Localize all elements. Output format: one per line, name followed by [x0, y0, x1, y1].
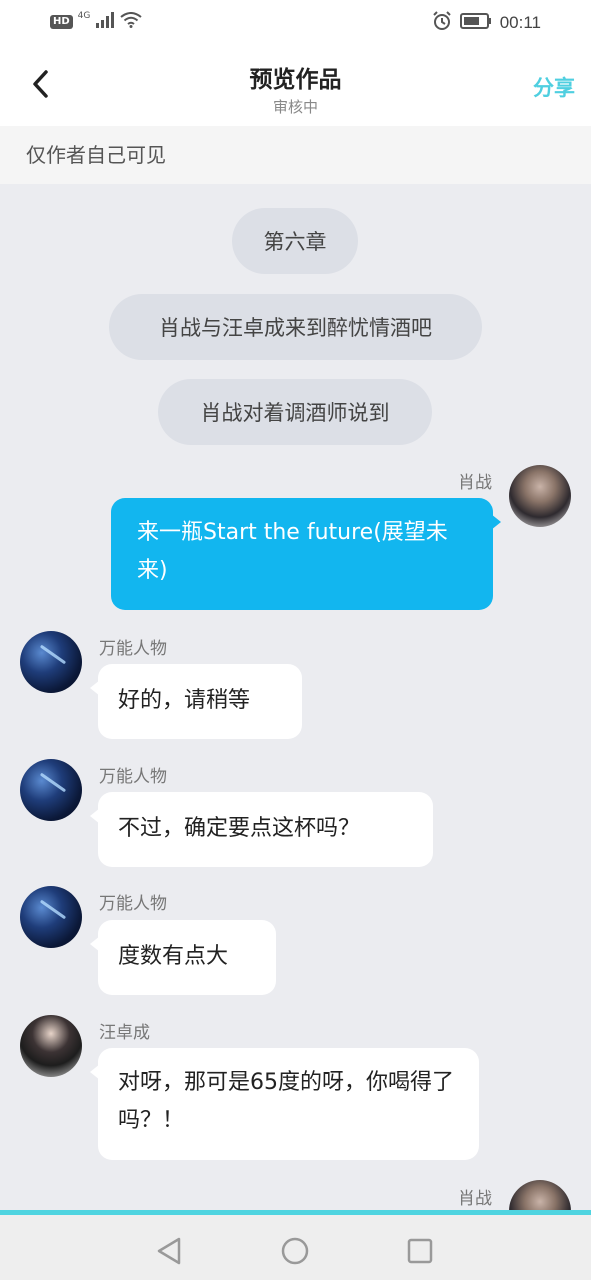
signal-icon: [95, 12, 115, 32]
avatar[interactable]: [509, 465, 571, 527]
hd-badge: HD: [50, 15, 73, 29]
speaker-name: 肖战: [458, 1189, 492, 1209]
avatar[interactable]: [20, 1015, 82, 1077]
network-type: 4G: [77, 11, 91, 21]
battery-icon: [459, 13, 492, 33]
share-button[interactable]: 分享: [533, 72, 575, 102]
speaker-name: 万能人物: [99, 639, 167, 659]
system-nav-bar: [0, 1210, 591, 1280]
status-left: HD 4G: [50, 11, 142, 32]
narration-pill: 肖战对着调酒师说到: [158, 379, 432, 445]
speaker-name: 肖战: [458, 473, 492, 493]
message-bubble: 好的，请稍等: [90, 664, 302, 739]
avatar[interactable]: [20, 759, 82, 821]
message-bubble: 度数有点大: [90, 920, 276, 995]
alarm-icon: [432, 11, 452, 35]
message-bubble: 来一瓶Start the future(展望未来): [111, 498, 501, 610]
wifi-icon: [120, 12, 142, 32]
speaker-name: 汪卓成: [99, 1023, 150, 1043]
status-bar: HD 4G 00:11: [0, 0, 591, 46]
narration-pill: 肖战与汪卓成来到醉忧情酒吧: [109, 294, 482, 360]
review-status: 审核中: [272, 98, 318, 116]
header: 预览作品 审核中 分享: [0, 46, 591, 126]
speaker-name: 万能人物: [99, 767, 167, 787]
avatar[interactable]: [20, 631, 82, 693]
visibility-notice: 仅作者自己可见: [0, 126, 591, 184]
narration-pill: 第六章: [232, 208, 358, 274]
home-circle-icon[interactable]: [277, 1233, 313, 1269]
avatar[interactable]: [20, 886, 82, 948]
message-bubble: 对呀，那可是65度的呀，你喝得了吗？！: [90, 1048, 479, 1160]
speaker-name: 万能人物: [99, 894, 167, 914]
back-triangle-icon[interactable]: [151, 1233, 187, 1269]
message-bubble: 不过，确定要点这杯吗？: [90, 792, 433, 867]
recents-square-icon[interactable]: [402, 1233, 438, 1269]
page-title: 预览作品: [249, 67, 342, 93]
status-right: 00:11: [432, 11, 541, 35]
clock: 00:11: [499, 13, 541, 32]
